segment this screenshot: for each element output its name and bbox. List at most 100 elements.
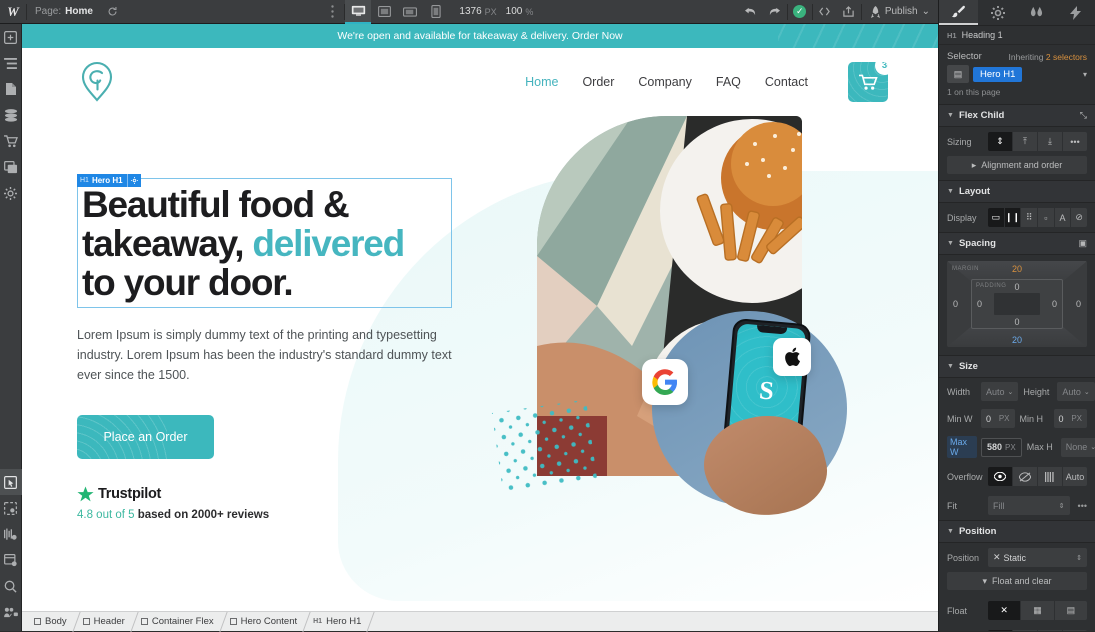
refresh-icon[interactable] [101, 0, 125, 24]
select-tool-icon[interactable] [0, 469, 22, 495]
selector-field[interactable]: ▤ Hero H1 ▾ [939, 65, 1095, 83]
navigator-icon[interactable] [0, 50, 22, 76]
float-left[interactable]: ▦ [1021, 601, 1055, 620]
tab-interactions[interactable] [1017, 0, 1056, 25]
leaf-pin-logo[interactable] [77, 59, 117, 105]
tab-style[interactable] [939, 0, 978, 25]
overflow-hidden[interactable] [1013, 467, 1038, 486]
select-arrows-icon[interactable]: ⇕ [1076, 554, 1082, 562]
padding-right-value[interactable]: 0 [1052, 299, 1057, 309]
element-selection-badge[interactable]: H1 Hero H1 [77, 174, 141, 187]
ecommerce-icon[interactable] [0, 128, 22, 154]
breadcrumb-item-hero-h1[interactable]: H1 Hero H1 [307, 612, 371, 632]
breakpoint-mobile-portrait[interactable] [423, 0, 449, 24]
more-vertical-icon[interactable] [320, 0, 344, 24]
overflow-auto[interactable]: Auto [1063, 467, 1087, 486]
breakpoint-desktop[interactable] [345, 0, 372, 24]
sizing-grow-shrink[interactable]: ⇕ [988, 132, 1013, 151]
margin-bottom-value[interactable]: 20 [1012, 335, 1022, 345]
chevron-down-icon[interactable]: ⌄ [1090, 443, 1095, 451]
height-input[interactable]: Auto ⌄ [1057, 382, 1095, 401]
more-options-icon[interactable]: ••• [1075, 501, 1087, 511]
margin-left-value[interactable]: 0 [953, 299, 958, 309]
padding-left-value[interactable]: 0 [977, 299, 982, 309]
publish-button[interactable]: Publish ⌄ [862, 5, 938, 18]
gear-icon[interactable] [126, 174, 141, 187]
announcement-bar[interactable]: We're open and available for takeaway & … [22, 24, 938, 48]
min-height-input[interactable]: 0 PX [1053, 409, 1087, 428]
add-elements-icon[interactable] [0, 24, 22, 50]
canvas-size-zoom[interactable]: 1376 PX 100 % [449, 6, 543, 17]
breakpoint-mobile-landscape[interactable] [397, 0, 423, 24]
expand-icon[interactable]: ⤡ [1080, 110, 1087, 121]
chevron-down-icon[interactable]: ▾ [1083, 70, 1087, 79]
margin-top-value[interactable]: 20 [1012, 264, 1022, 274]
spacing-mode-icon[interactable]: ▣ [1078, 238, 1087, 249]
sizing-more[interactable]: ••• [1063, 132, 1087, 151]
section-layout[interactable]: ▼ Layout [939, 180, 1095, 203]
redo-icon[interactable] [763, 0, 787, 24]
breadcrumb-item-container-flex[interactable]: Container Flex [135, 612, 224, 632]
page-selector[interactable]: Page: Home [27, 0, 101, 24]
page-layouts-icon[interactable] [0, 547, 22, 573]
breakpoint-tablet[interactable] [371, 0, 397, 24]
section-spacing[interactable]: ▼ Spacing ▣ [939, 232, 1095, 255]
place-an-order-button[interactable]: Place an Order [77, 414, 214, 459]
breadcrumb-item-body[interactable]: Body [28, 612, 77, 632]
overflow-scroll[interactable] [1038, 467, 1063, 486]
float-and-clear-button[interactable]: ▾ Float and clear [947, 572, 1087, 590]
project-settings-icon[interactable] [0, 180, 22, 206]
float-none[interactable]: ✕ [988, 601, 1022, 620]
undo-icon[interactable] [739, 0, 763, 24]
marquee-select-icon[interactable] [0, 495, 22, 521]
display-inline[interactable]: A [1054, 208, 1072, 227]
webflow-logo[interactable]: W [0, 0, 26, 24]
section-size[interactable]: ▼ Size [939, 355, 1095, 378]
fit-select[interactable]: Fill ⇕ [988, 496, 1070, 515]
display-inline-block[interactable]: ▫ [1038, 208, 1055, 227]
nav-item-contact[interactable]: Contact [765, 75, 808, 89]
float-right[interactable]: ▤ [1054, 601, 1087, 620]
interactions-icon[interactable] [0, 521, 22, 547]
code-brackets-icon[interactable] [813, 0, 837, 24]
tab-settings[interactable] [978, 0, 1017, 25]
breadcrumb-item-hero-content[interactable]: Hero Content [224, 612, 308, 632]
section-position[interactable]: ▼ Position [939, 520, 1095, 543]
display-grid[interactable]: ⠿ [1021, 208, 1039, 227]
sizing-grow[interactable]: ⤓ [1038, 132, 1063, 151]
inheriting-info[interactable]: Inheriting 2 selectors [1009, 52, 1087, 62]
alignment-and-order-button[interactable]: ▸ Alignment and order [947, 156, 1087, 174]
select-arrows-icon[interactable]: ⇕ [1059, 502, 1065, 510]
padding-bottom-value[interactable]: 0 [1014, 317, 1019, 327]
chevron-down-icon[interactable]: ⌄ [922, 6, 930, 17]
display-block[interactable]: ▭ [988, 208, 1005, 227]
padding-top-value[interactable]: 0 [1014, 282, 1019, 292]
position-select[interactable]: ✕ Static ⇕ [988, 548, 1087, 567]
selector-class-pill[interactable]: Hero H1 [973, 66, 1023, 82]
breadcrumb-item-header[interactable]: Header [77, 612, 135, 632]
width-input[interactable]: Auto ⌄ [981, 382, 1019, 401]
section-flex-child[interactable]: ▼ Flex Child ⤡ [939, 104, 1095, 127]
max-height-input[interactable]: None⌄ [1060, 437, 1095, 457]
sizing-shrink[interactable]: ⤒ [1013, 132, 1038, 151]
overflow-visible[interactable] [988, 467, 1013, 486]
hero-heading[interactable]: Beautiful food & takeaway, delivered to … [77, 178, 452, 308]
search-icon[interactable] [0, 573, 22, 599]
cart-button[interactable]: 3 [848, 62, 888, 102]
nav-item-order[interactable]: Order [582, 75, 614, 89]
team-video-icon[interactable] [0, 599, 22, 625]
share-export-icon[interactable] [837, 0, 861, 24]
display-none[interactable]: ⊘ [1071, 208, 1088, 227]
nav-item-company[interactable]: Company [638, 75, 692, 89]
nav-item-faq[interactable]: FAQ [716, 75, 741, 89]
hero-paragraph[interactable]: Lorem Ipsum is simply dummy text of the … [77, 325, 455, 385]
chevron-down-icon[interactable]: ⌄ [1008, 388, 1014, 396]
display-flex[interactable]: ❙❙ [1004, 208, 1022, 227]
max-width-input[interactable]: 580 PX [981, 437, 1022, 457]
pages-icon[interactable] [0, 76, 22, 102]
cms-collections-icon[interactable] [0, 102, 22, 128]
chevron-down-icon[interactable]: ⌄ [1084, 388, 1090, 396]
assets-icon[interactable] [0, 154, 22, 180]
min-width-input[interactable]: 0 PX [981, 409, 1015, 428]
check-circle-icon[interactable]: ✓ [788, 0, 812, 24]
